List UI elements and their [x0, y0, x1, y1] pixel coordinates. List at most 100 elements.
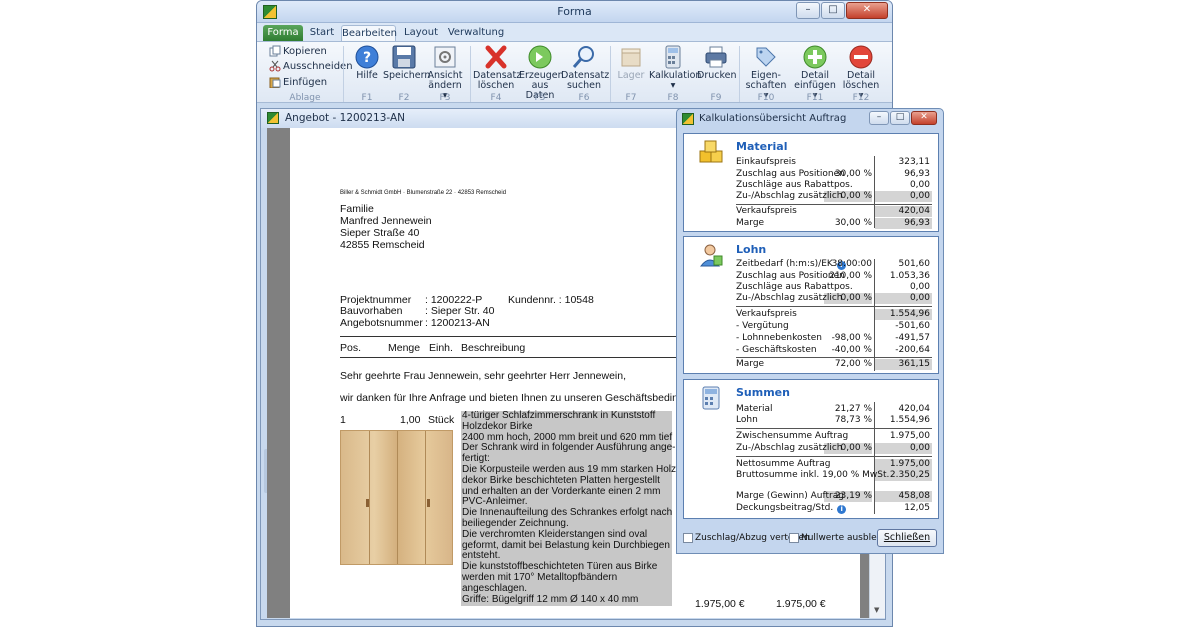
dialog-footer: Zuschlag/Abzug verteilen Nullwerte ausbl… [683, 529, 939, 549]
material-row-zu-abschlag[interactable]: Zu-/Abschlag zusätzlich 0,00 % 0,00 [736, 191, 932, 202]
material-row-rabatt: Zuschläge aus Rabattpos. 0,00 [736, 180, 930, 190]
lohn-row-geschaeftskosten: - Geschäftskosten -40,00 % -200,64 [736, 345, 930, 355]
summen-row-zu-abschlag[interactable]: Zu-/Abschlag zusätzlich 0,00 % 0,00 [736, 443, 932, 454]
maximize-button[interactable]: □ [821, 2, 845, 19]
close-dialog-button[interactable]: Schließen [877, 529, 937, 547]
lohn-row-verkaufspreis: Verkaufspreis 1.554,96 [736, 309, 932, 320]
print-button[interactable]: Drucken [697, 45, 737, 81]
key-f10: F10 [757, 93, 775, 103]
material-row-verkaufspreis: Verkaufspreis 420,04 [736, 206, 932, 217]
key-f9: F9 [710, 93, 722, 103]
minus-icon [848, 45, 874, 69]
tab-bearbeiten[interactable]: Bearbeiten [341, 25, 397, 41]
key-f7: F7 [625, 93, 637, 103]
document-title: Angebot - 1200213-AN [285, 112, 405, 124]
worker-icon [698, 242, 724, 268]
box-icon [618, 45, 644, 69]
stock-button[interactable]: Lager [613, 45, 649, 81]
plus-icon [802, 45, 828, 69]
sender-line: Biller & Schmidt GmbH · Blumenstraße 22 … [340, 190, 507, 196]
minimize-button[interactable]: – [796, 2, 820, 19]
ribbon-tabs: Forma Start Bearbeiten Layout Verwaltung [257, 23, 892, 41]
key-f8: F8 [667, 93, 679, 103]
summen-row-netto: Nettosumme Auftrag 1.975,00 [736, 459, 932, 470]
lohn-title: Lohn [736, 243, 767, 256]
wardrobe-image [340, 430, 453, 565]
paste-icon [269, 76, 281, 89]
tab-forma[interactable]: Forma [263, 25, 303, 41]
copy-button[interactable]: Kopieren [269, 45, 327, 57]
checkbox-box[interactable] [789, 533, 799, 543]
search-record-button[interactable]: Datensatz suchen [561, 45, 609, 91]
material-blocks-icon [698, 139, 724, 165]
help-button[interactable]: ? Hilfe [349, 45, 385, 81]
lohn-row-zuschlag: Zuschlag aus Positionen 210,00 % 1.053,36 [736, 271, 930, 281]
key-f2: F2 [398, 93, 410, 103]
delete-record-button[interactable]: Datensatz löschen [473, 45, 521, 91]
material-panel: Material Einkaufspreis 323,11 Zuschlag au… [683, 133, 939, 232]
item-unit: Stück [428, 414, 455, 426]
key-f12: F12 [852, 93, 870, 103]
dialog-title: Kalkulationsübersicht Auftrag [699, 113, 847, 124]
offer-number-label: Angebotsnummer [340, 317, 423, 329]
lohn-panel: Lohn Zeitbedarf (h:m:s)/EK i 38:00:00 501,6… [683, 236, 939, 374]
item-total-price: 1.975,00 € [776, 598, 826, 610]
address-line-1: Familie [340, 203, 374, 215]
lohn-row-zeitbedarf: Zeitbedarf (h:m:s)/EK i 38:00:00 501,60 [736, 259, 930, 270]
item-quantity: 1,00 [400, 414, 421, 426]
dialog-close-button[interactable]: ✕ [911, 111, 937, 125]
dialog-minimize-button[interactable]: – [869, 111, 889, 125]
material-row-marge: Marge 30,00 % 96,93 [736, 218, 932, 229]
material-row-einkaufspreis: Einkaufspreis 323,11 [736, 157, 930, 167]
construction-value: : Sieper Str. 40 [425, 305, 495, 317]
key-f1: F1 [361, 93, 373, 103]
summen-panel: Summen Material 21,27 % 420,04 Lohn 78,73 %… [683, 379, 939, 519]
info-icon[interactable]: i [837, 505, 847, 514]
item-description[interactable]: 4-türiger Schlafzimmerschrank in Kunstst… [461, 410, 679, 606]
scroll-down-icon[interactable]: ▼ [874, 606, 879, 614]
save-icon [391, 45, 417, 69]
paste-button[interactable]: Einfügen [269, 76, 327, 89]
dialog-app-icon [682, 113, 694, 125]
key-f6: F6 [578, 93, 590, 103]
help-icon: ? [354, 45, 380, 69]
calculation-overview-dialog: Kalkulationsübersicht Auftrag – □ ✕ Mate… [676, 108, 944, 554]
table-header-rule-bottom [340, 357, 680, 358]
tab-start[interactable]: Start [307, 25, 337, 41]
dialog-maximize-button[interactable]: □ [890, 111, 910, 125]
summen-row-material: Material 21,27 % 420,04 [736, 404, 930, 414]
group-label-ablage: Ablage [289, 93, 321, 103]
lohn-row-marge: Marge 72,00 % 361,15 [736, 359, 932, 370]
tab-layout[interactable]: Layout [402, 25, 440, 41]
lohn-row-zu-abschlag[interactable]: Zu-/Abschlag zusätzlich 0,00 % 0,00 [736, 293, 932, 304]
document-icon [267, 112, 279, 124]
calculation-button[interactable]: Kalkulation ▾ [649, 45, 701, 91]
search-icon [571, 45, 597, 69]
forward-icon [527, 45, 553, 69]
save-button[interactable]: Speichern [383, 45, 430, 81]
customer-number: Kundennr. : 10548 [508, 294, 594, 306]
summen-row-zwischensumme: Zwischensumme Auftrag 1.975,00 [736, 431, 930, 441]
key-f4: F4 [490, 93, 502, 103]
tab-verwaltung[interactable]: Verwaltung [447, 25, 505, 41]
summen-row-lohn: Lohn 78,73 % 1.554,96 [736, 415, 930, 425]
titlebar: Forma – □ ✕ [257, 1, 892, 23]
calculator-sum-icon [698, 385, 724, 411]
col-menge: Menge [388, 342, 421, 354]
item-pos: 1 [340, 414, 346, 426]
summen-title: Summen [736, 386, 790, 399]
dialog-titlebar: Kalkulationsübersicht Auftrag – □ ✕ [677, 109, 943, 129]
checkbox-box[interactable] [683, 533, 693, 543]
table-header-rule-top [340, 336, 680, 337]
key-f5: F5 [534, 93, 546, 103]
col-beschreibung: Beschreibung [461, 342, 526, 354]
cut-button[interactable]: Ausschneiden [269, 60, 353, 72]
lohn-row-lohnnebenkosten: - Lohnnebenkosten -98,00 % -491,57 [736, 333, 930, 343]
material-row-zuschlag: Zuschlag aus Positionen 30,00 % 96,93 [736, 169, 930, 179]
printer-icon [703, 45, 729, 69]
view-settings-icon [432, 45, 458, 69]
tag-icon [753, 45, 779, 69]
key-f11: F11 [806, 93, 824, 103]
close-button[interactable]: ✕ [846, 2, 888, 19]
delete-x-icon [483, 45, 509, 69]
